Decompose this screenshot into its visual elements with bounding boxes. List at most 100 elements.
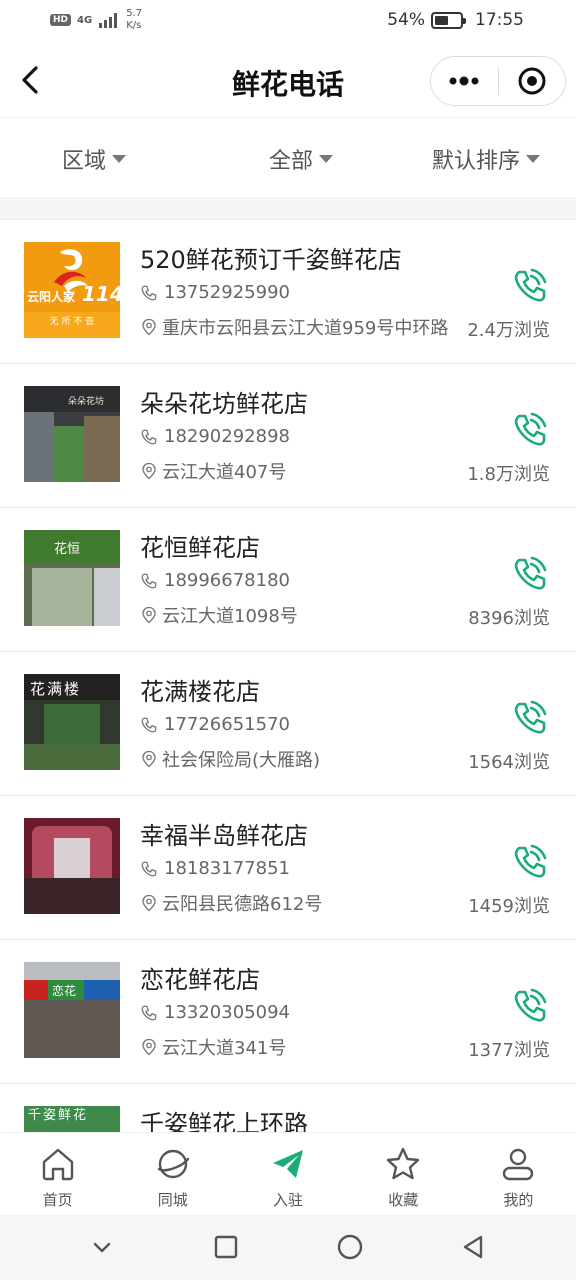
paper-plane-icon xyxy=(273,1150,303,1178)
shop-name: 千姿鲜花上环路 xyxy=(140,1110,308,1132)
shop-name: 花恒鲜花店 xyxy=(140,534,260,562)
street xyxy=(24,1000,120,1058)
red-sign xyxy=(24,980,48,1000)
shop-photo: 花满楼 xyxy=(24,674,120,770)
net-speed-value: 5.7 xyxy=(126,8,143,19)
shop-name: 朵朵花坊鲜花店 xyxy=(140,390,308,418)
tab-local-label: 同城 xyxy=(157,1191,188,1209)
filter-bar: 区域 全部 默认排序 xyxy=(0,119,576,199)
list-item[interactable]: 花恒 花恒鲜花店 18996678180 云江大道1098号 8396浏览 xyxy=(0,508,576,652)
shop-address-line: 重庆市云阳县云江大道959号中环路 xyxy=(140,314,448,340)
list-item[interactable]: 花满楼 花满楼花店 17726651570 社会保险局(大雁路) 1564浏览 xyxy=(0,652,576,796)
tab-join-label: 入驻 xyxy=(273,1191,304,1209)
list-item[interactable]: 千姿鲜花 千姿鲜花上环路 xyxy=(0,1084,576,1132)
filter-category[interactable]: 全部 xyxy=(221,119,380,198)
storefront-sign-text: 朵朵花坊 xyxy=(68,397,105,407)
call-icon[interactable] xyxy=(510,698,550,738)
storefront-sign-text: 花恒 xyxy=(54,542,81,557)
list-item[interactable]: 恋花 恋花鲜花店 13320305094 云江大道341号 1377浏览 xyxy=(0,940,576,1084)
shop-name: 恋花鲜花店 xyxy=(140,966,260,994)
shop-photo: 千姿鲜花 xyxy=(24,1106,120,1132)
shop-phone: 13320305094 xyxy=(164,1002,290,1023)
shop-phone-line: 18183177851 xyxy=(140,858,290,879)
bottom-tab-bar: 首页 同城 入驻 收藏 我的 xyxy=(0,1132,576,1214)
view-count: 2.4万浏览 xyxy=(463,316,550,342)
call-icon[interactable] xyxy=(510,554,550,594)
tab-mine-label: 我的 xyxy=(503,1191,534,1209)
recents-square-icon[interactable] xyxy=(211,1232,241,1262)
shop-phone: 18290292898 xyxy=(164,426,290,447)
list-item[interactable]: 云阳人家 114 无 所 不 查 520鲜花预订千姿鲜花店 1375292599… xyxy=(0,220,576,364)
phone-small-icon xyxy=(141,861,157,876)
logo-number: 114 xyxy=(82,282,120,306)
shop-address: 社会保险局(大雁路) xyxy=(162,750,321,771)
view-count: 8396浏览 xyxy=(464,604,550,630)
call-icon[interactable] xyxy=(510,410,550,450)
list-item[interactable]: 幸福半岛鲜花店 18183177851 云阳县民德路612号 1459浏览 xyxy=(0,796,576,940)
divider-strip xyxy=(0,200,576,220)
shop-phone: 18183177851 xyxy=(164,858,290,879)
network-type: 4G xyxy=(77,14,93,26)
tab-mine[interactable]: 我的 xyxy=(461,1133,576,1214)
status-bar: HD 4G 5.7 K/s 54% 17:55 xyxy=(0,0,576,44)
shop-list[interactable]: 云阳人家 114 无 所 不 查 520鲜花预订千姿鲜花店 1375292599… xyxy=(0,220,576,1132)
window-pane xyxy=(32,568,92,626)
caret-down-icon xyxy=(319,154,333,163)
view-count: 1459浏览 xyxy=(464,892,550,918)
phone-small-icon xyxy=(141,285,157,300)
shop-phone: 17726651570 xyxy=(164,714,290,735)
location-pin-icon xyxy=(142,750,156,768)
call-icon[interactable] xyxy=(510,266,550,306)
target-close-icon xyxy=(518,67,546,95)
back-triangle-icon[interactable] xyxy=(459,1232,489,1262)
shop-address-line: 云江大道407号 xyxy=(140,458,286,484)
tab-local[interactable]: 同城 xyxy=(115,1133,230,1214)
star-icon xyxy=(387,1147,420,1180)
blue-sign xyxy=(84,980,120,1000)
filter-region[interactable]: 区域 xyxy=(0,119,221,198)
home-circle-icon[interactable] xyxy=(335,1232,365,1262)
plants-row xyxy=(24,744,120,770)
shop-address: 重庆市云阳县云江大道959号中环路 xyxy=(162,318,449,339)
view-count: 1377浏览 xyxy=(464,1036,550,1062)
net-speed: 5.7 K/s xyxy=(126,8,142,32)
storefront-sign-text: 千姿鲜花 xyxy=(28,1108,89,1123)
net-speed-unit: K/s xyxy=(126,20,142,31)
user-icon xyxy=(503,1148,534,1181)
call-icon[interactable] xyxy=(510,842,550,882)
shop-phone-line: 18996678180 xyxy=(140,570,290,591)
system-nav-bar xyxy=(0,1214,576,1280)
signal-bars-icon xyxy=(99,13,118,28)
shop-phone-line: 17726651570 xyxy=(140,714,290,735)
shop-photo: 花恒 xyxy=(24,530,120,626)
list-item[interactable]: 朵朵花坊 朵朵花坊鲜花店 18290292898 云江大道407号 1.8万浏览 xyxy=(0,364,576,508)
shop-photo: 朵朵花坊 xyxy=(24,386,120,482)
shop-address: 云江大道341号 xyxy=(162,1038,287,1059)
nav-bar: 鲜花电话 xyxy=(0,44,576,118)
shop-address: 云阳县民德路612号 xyxy=(162,894,323,915)
tab-favorites[interactable]: 收藏 xyxy=(346,1133,461,1214)
building-top xyxy=(24,962,120,980)
phone-small-icon xyxy=(141,1005,157,1020)
tab-home-label: 首页 xyxy=(42,1191,73,1209)
tab-join[interactable]: 入驻 xyxy=(230,1133,345,1214)
chevron-down-icon[interactable] xyxy=(87,1232,117,1262)
shop-photo: 恋花 xyxy=(24,962,120,1058)
ac-unit xyxy=(94,568,120,626)
filter-category-label: 全部 xyxy=(268,148,313,174)
location-pin-icon xyxy=(142,462,156,480)
shop-name: 幸福半岛鲜花店 xyxy=(140,822,308,850)
tab-home[interactable]: 首页 xyxy=(0,1133,115,1214)
storefront-sign-text: 花满楼 xyxy=(30,680,82,698)
filter-region-label: 区域 xyxy=(62,148,107,174)
phone-small-icon xyxy=(141,573,157,588)
doorway xyxy=(84,416,120,482)
filter-sort[interactable]: 默认排序 xyxy=(381,119,576,198)
call-icon[interactable] xyxy=(510,986,550,1026)
close-button[interactable] xyxy=(499,57,566,105)
window-pane xyxy=(24,412,54,482)
battery-level-fill xyxy=(435,15,448,25)
shop-address-line: 云江大道341号 xyxy=(140,1034,286,1060)
more-button[interactable] xyxy=(431,57,498,105)
caret-down-icon xyxy=(112,154,127,163)
